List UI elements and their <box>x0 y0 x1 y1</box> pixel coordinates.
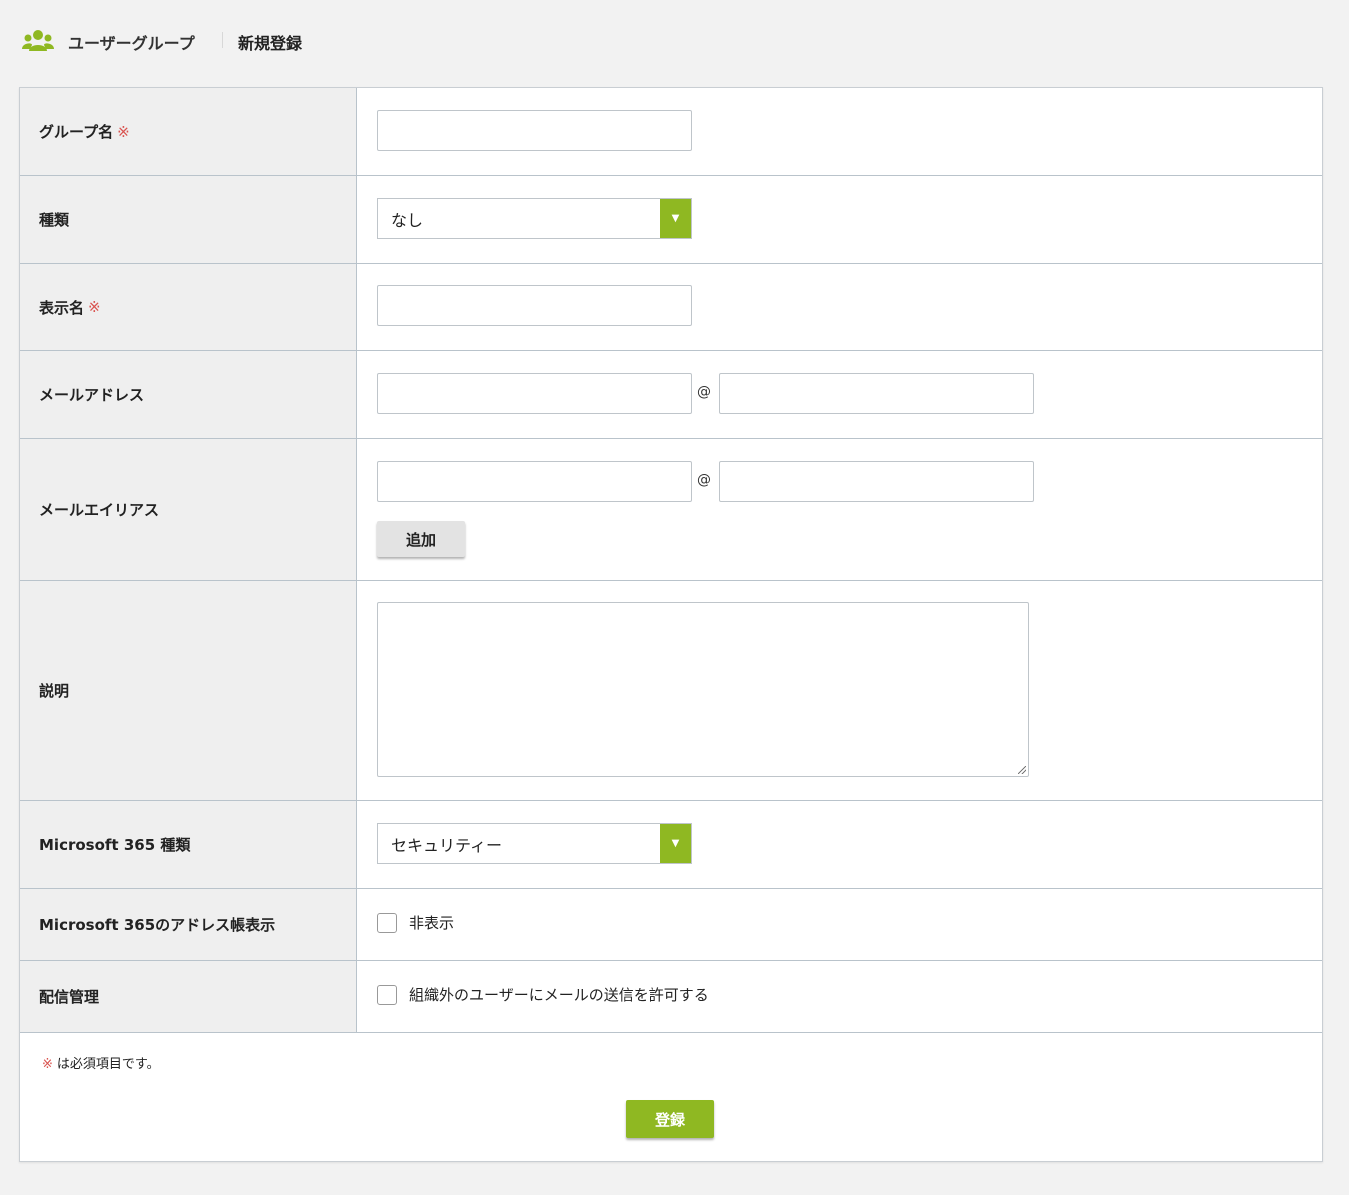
row-display-name: 表示名 ※ <box>20 264 1322 351</box>
type-label: 種類 <box>20 176 357 263</box>
email-label: メールアドレス <box>20 351 357 438</box>
hide-checkbox[interactable] <box>377 912 397 933</box>
required-mark: ※ <box>88 298 101 316</box>
row-ms365-type: Microsoft 365 種類 セキュリティー ▼ <box>20 801 1322 889</box>
ms365-address-book-label: Microsoft 365のアドレス帳表示 <box>20 889 357 960</box>
row-ms365-address-book: Microsoft 365のアドレス帳表示 非表示 <box>20 889 1322 961</box>
page-header: ユーザーグループ 新規登録 <box>0 0 1349 80</box>
group-name-input[interactable] <box>377 110 692 151</box>
row-description: 説明 <box>20 581 1322 801</box>
chevron-down-icon[interactable]: ▼ <box>660 824 691 863</box>
page-title: 新規登録 <box>238 34 303 53</box>
register-button[interactable]: 登録 <box>626 1100 714 1138</box>
form-panel: グループ名 ※ 種類 なし ▼ 表示名 ※ メールアドレス @ メールエイリアス… <box>19 87 1323 1162</box>
chevron-down-icon[interactable]: ▼ <box>660 199 691 238</box>
ms365-type-select-value: セキュリティー <box>391 835 503 855</box>
required-note-mark: ※ <box>42 1057 53 1072</box>
ms365-type-label: Microsoft 365 種類 <box>20 801 357 888</box>
type-select[interactable]: なし ▼ <box>377 198 692 239</box>
hide-checkbox-label[interactable]: 非表示 <box>409 912 454 933</box>
type-select-value: なし <box>391 210 424 230</box>
resize-handle-icon[interactable] <box>1018 766 1026 774</box>
at-sign: @ <box>697 384 711 400</box>
external-mail-checkbox-wrap[interactable]: 組織外のユーザーにメールの送信を許可する <box>377 984 709 1005</box>
users-icon <box>22 30 54 51</box>
ms365-type-select[interactable]: セキュリティー ▼ <box>377 823 692 864</box>
external-mail-checkbox-label[interactable]: 組織外のユーザーにメールの送信を許可する <box>409 984 709 1005</box>
breadcrumb-section[interactable]: ユーザーグループ <box>68 30 195 54</box>
row-email: メールアドレス @ <box>20 351 1322 439</box>
display-name-input[interactable] <box>377 285 692 326</box>
alias-local-input[interactable] <box>377 461 692 502</box>
external-mail-checkbox[interactable] <box>377 984 397 1005</box>
required-mark: ※ <box>117 122 130 141</box>
hide-checkbox-wrap[interactable]: 非表示 <box>377 912 454 933</box>
display-name-label: 表示名 ※ <box>20 264 357 350</box>
description-textarea[interactable] <box>377 602 1029 777</box>
delivery-label: 配信管理 <box>20 961 357 1032</box>
row-group-name: グループ名 ※ <box>20 88 1322 176</box>
group-name-label: グループ名 ※ <box>20 88 357 175</box>
row-type: 種類 なし ▼ <box>20 176 1322 264</box>
email-local-input[interactable] <box>377 373 692 414</box>
display-name-label-text: 表示名 <box>39 298 85 317</box>
at-sign: @ <box>697 472 711 488</box>
row-delivery: 配信管理 組織外のユーザーにメールの送信を許可する <box>20 961 1322 1033</box>
group-name-label-text: グループ名 <box>39 123 114 141</box>
alias-domain-input[interactable] <box>719 461 1034 502</box>
required-note: ※ は必須項目です。 <box>42 1053 160 1072</box>
description-label: 説明 <box>20 581 357 800</box>
required-note-text: は必須項目です。 <box>56 1057 160 1072</box>
email-alias-label: メールエイリアス <box>20 439 357 580</box>
email-domain-input[interactable] <box>719 373 1034 414</box>
add-alias-button[interactable]: 追加 <box>377 521 465 557</box>
breadcrumb-divider <box>222 32 223 48</box>
row-email-alias: メールエイリアス @ 追加 <box>20 439 1322 581</box>
